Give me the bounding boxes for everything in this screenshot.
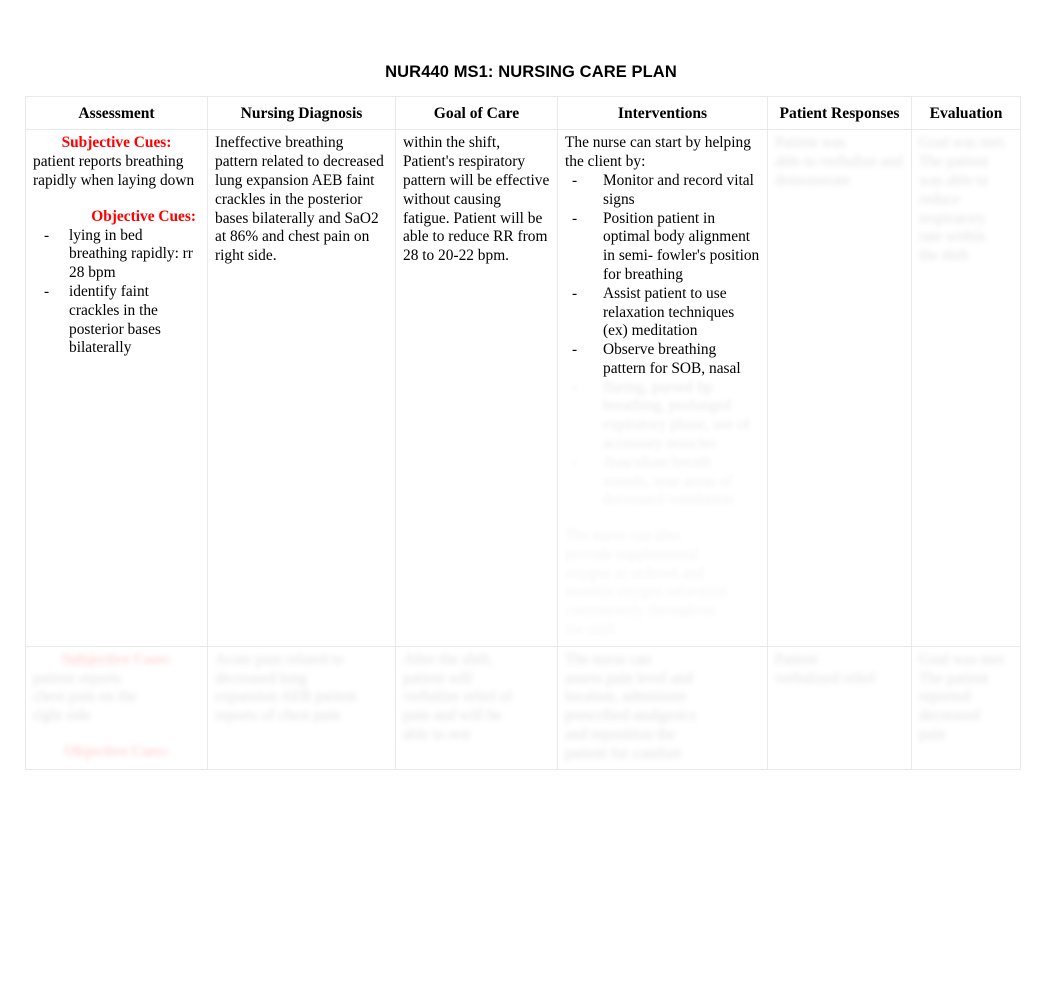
subjective-cues-line: right side — [33, 707, 91, 725]
cell-assessment: Subjective Cues: patient reports chest p… — [25, 645, 208, 771]
column-header-patient-responses: Patient Responses — [767, 95, 912, 131]
column-header-interventions: Interventions — [557, 95, 768, 131]
subjective-cues-line: patient reports — [33, 669, 122, 687]
evaluation-line: The patient — [919, 669, 989, 687]
patient-responses-line: Patient — [775, 650, 818, 668]
cell-goal-of-care: within the shift, Patient's respiratory … — [395, 129, 558, 647]
patient-responses-faded-region: Patient was able to verbalize and demons… — [775, 134, 904, 190]
cell-patient-responses: Patient was able to verbalize and demons… — [767, 129, 912, 647]
cell-goal-of-care: After the shift, patient will verbalize … — [395, 645, 558, 771]
evaluation-line: The patient — [919, 153, 989, 171]
cell-evaluation: Goal was met. The patient reported decre… — [911, 645, 1021, 771]
list-item: Observe breathing pattern for SOB, nasal — [565, 341, 760, 379]
list-item: Assist patient to use relaxation techniq… — [565, 285, 760, 341]
goal-of-care-line: After the shift, — [403, 650, 494, 668]
column-header-evaluation: Evaluation — [911, 95, 1021, 131]
list-item: Auscultate breath sounds, note areas of … — [565, 454, 760, 510]
assessment-faded-region: Subjective Cues: patient reports chest p… — [33, 651, 200, 762]
column-header-nursing-diagnosis: Nursing Diagnosis — [207, 95, 396, 131]
interventions-line: prescribed analgesics — [565, 707, 697, 725]
evaluation-line: the shift — [919, 247, 970, 265]
interventions-faded-line: provide supplemental — [565, 545, 698, 563]
interventions-faded-line: monitor oxygen saturation — [565, 583, 728, 601]
list-item: lying in bed breathing rapidly: rr 28 bp… — [33, 227, 200, 283]
evaluation-line: reduce — [919, 190, 961, 208]
column-header-assessment: Assessment — [25, 95, 208, 131]
objective-cues-label: Objective Cues: — [91, 207, 196, 225]
goal-of-care-line: pain and will be — [403, 707, 502, 725]
list-item: identify faint crackles in the posterior… — [33, 283, 200, 358]
evaluation-faded-region: Goal was met. The patient was able to re… — [919, 134, 1013, 265]
interventions-faded-list: flaring, pursed lip breathing, prolonged… — [565, 379, 760, 510]
patient-responses-line: Patient was — [775, 134, 846, 152]
interventions-line: assess pain level and — [565, 669, 693, 687]
goal-of-care-line: patient will — [403, 669, 473, 687]
evaluation-line: was able to — [919, 172, 989, 190]
cell-interventions: The nurse can start by helping the clien… — [557, 129, 768, 647]
evaluation-line: decreased — [919, 707, 980, 725]
goal-of-care-line: able to rest — [403, 725, 471, 743]
nursing-care-plan-table: Assessment Nursing Diagnosis Goal of Car… — [25, 95, 1021, 771]
nursing-diagnosis-line: decreased lung — [215, 669, 307, 687]
nursing-diagnosis-faded-region: Acute pain related to decreased lung exp… — [215, 651, 388, 726]
interventions-line: patient for comfort — [565, 744, 682, 762]
interventions-list: Monitor and record vital signs Position … — [565, 172, 760, 379]
cell-nursing-diagnosis: Acute pain related to decreased lung exp… — [207, 645, 396, 771]
table-row: Subjective Cues: patient reports chest p… — [25, 645, 1021, 771]
page-title: NUR440 MS1: NURSING CARE PLAN — [385, 63, 677, 81]
evaluation-line: respiratory — [919, 209, 986, 227]
goal-of-care-line: verbalize relief of — [403, 688, 513, 706]
column-header-goal-of-care: Goal of Care — [395, 95, 558, 131]
cell-assessment: Subjective Cues: patient reports breathi… — [25, 129, 208, 647]
evaluation-line: reported — [919, 688, 971, 706]
evaluation-faded-region: Goal was met. The patient reported decre… — [919, 651, 1013, 745]
list-item: Position patient in optimal body alignme… — [565, 210, 760, 285]
nursing-diagnosis-line: expansion AEB patient — [215, 688, 357, 706]
list-item: flaring, pursed lip breathing, prolonged… — [565, 379, 760, 454]
objective-cues-label: Objective Cues: — [64, 742, 169, 760]
interventions-intro: The nurse can start by helping the clien… — [565, 134, 751, 171]
nursing-diagnosis-text: Ineffective breathing pattern related to… — [215, 134, 384, 265]
cell-patient-responses: Patient verbalized relief — [767, 645, 912, 771]
cell-interventions: The nurse can assess pain level and loca… — [557, 645, 768, 771]
patient-responses-line: verbalized relief — [775, 669, 876, 687]
nursing-diagnosis-line: reports of chest pain — [215, 707, 341, 725]
patient-responses-line: demonstrate — [775, 172, 851, 190]
subjective-cues-line: chest pain on the — [33, 688, 137, 706]
patient-responses-faded-region: Patient verbalized relief — [775, 651, 904, 689]
interventions-faded-region: flaring, pursed lip breathing, prolonged… — [565, 379, 760, 640]
table-row: Subjective Cues: patient reports breathi… — [25, 129, 1021, 647]
goal-of-care-text: within the shift, Patient's respiratory … — [403, 134, 550, 265]
interventions-faded-trailing: The nurse can also — [565, 527, 680, 545]
patient-responses-line: able to verbalize and — [775, 153, 903, 171]
cell-evaluation: Goal was met. The patient was able to re… — [911, 129, 1021, 647]
goal-of-care-faded-region: After the shift, patient will verbalize … — [403, 651, 550, 745]
interventions-line: The nurse can — [565, 650, 652, 668]
interventions-line: location, administer — [565, 688, 688, 706]
subjective-cues-label: Subjective Cues: — [61, 650, 172, 668]
interventions-faded-region: The nurse can assess pain level and loca… — [565, 651, 760, 764]
interventions-faded-line: the shift — [565, 621, 616, 639]
interventions-line: and reposition the — [565, 725, 676, 743]
evaluation-line: Goal was met. — [919, 650, 1008, 668]
interventions-faded-line: continuously throughout — [565, 602, 716, 620]
subjective-cues-label: Subjective Cues: — [61, 134, 172, 152]
nursing-diagnosis-line: Acute pain related to — [215, 650, 344, 668]
interventions-faded-line: oxygen as ordered and — [565, 564, 704, 582]
cell-nursing-diagnosis: Ineffective breathing pattern related to… — [207, 129, 396, 647]
evaluation-line: Goal was met. — [919, 134, 1008, 152]
list-item: Monitor and record vital signs — [565, 172, 760, 210]
table-header-row: Assessment Nursing Diagnosis Goal of Car… — [25, 95, 1021, 131]
evaluation-line: pain — [919, 725, 946, 743]
subjective-cues-text: patient reports breathing rapidly when l… — [33, 153, 195, 190]
objective-cues-list: lying in bed breathing rapidly: rr 28 bp… — [33, 227, 200, 358]
evaluation-line: rate within — [919, 228, 986, 246]
